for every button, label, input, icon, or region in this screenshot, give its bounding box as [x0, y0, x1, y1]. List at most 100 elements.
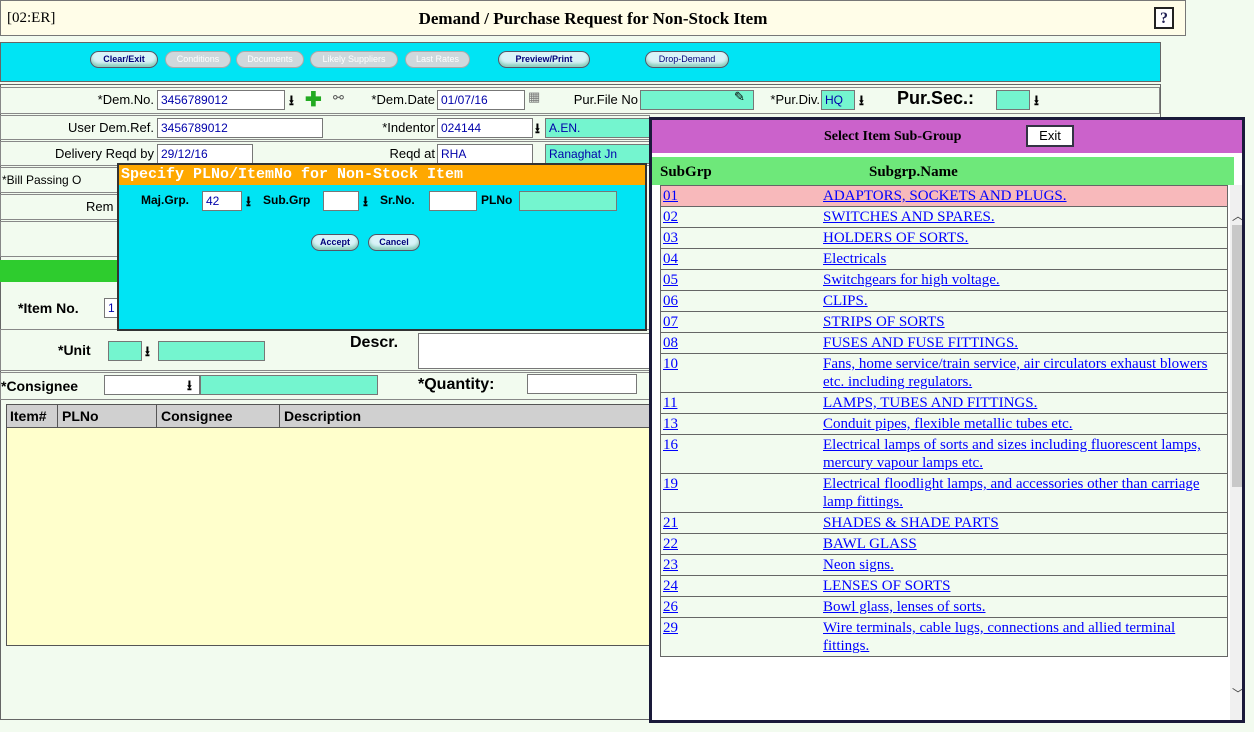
subgroup-code-link[interactable]: 11 — [663, 395, 677, 411]
consignee-arrow-icon[interactable]: ⭳ — [187, 375, 192, 399]
indentor-input[interactable]: 024144 — [437, 118, 533, 138]
subgroup-row[interactable]: 19 Electrical floodlight lamps, and acces… — [660, 474, 1228, 513]
maj-grp-arrow-icon[interactable]: ⭳ — [246, 191, 251, 215]
descr-input[interactable] — [418, 333, 650, 369]
subgroup-row[interactable]: 03 HOLDERS OF SORTS. — [660, 228, 1228, 249]
subgroup-row[interactable]: 26 Bowl glass, lenses of sorts. — [660, 597, 1228, 618]
subgroup-row[interactable]: 11 LAMPS, TUBES AND FITTINGS. — [660, 393, 1228, 414]
subgroup-row[interactable]: 08 FUSES AND FUSE FITTINGS. — [660, 333, 1228, 354]
consignee-input[interactable] — [104, 375, 200, 395]
subgroup-row[interactable]: 01 ADAPTORS, SOCKETS AND PLUGS. — [660, 185, 1228, 207]
subgroup-name-link[interactable]: Switchgears for high voltage. — [823, 272, 1000, 288]
subgroup-row[interactable]: 10 Fans, home service/train service, air … — [660, 354, 1228, 393]
subgroup-name-link[interactable]: BAWL GLASS — [823, 536, 917, 552]
plno-input[interactable] — [519, 191, 617, 211]
download-arrow-icon[interactable]: ⭳ — [289, 90, 294, 114]
accept-button[interactable]: Accept — [311, 234, 359, 251]
subgroup-code-link[interactable]: 16 — [663, 437, 678, 453]
dem-date-input[interactable]: 01/07/16 — [437, 90, 525, 110]
scroll-thumb[interactable] — [1232, 225, 1242, 487]
edit-pencil-icon[interactable]: ✎ — [734, 89, 745, 105]
preview-print-button[interactable]: Preview/Print — [498, 51, 590, 68]
subgroup-row[interactable]: 07 STRIPS OF SORTS — [660, 312, 1228, 333]
calendar-icon[interactable]: ▦ — [528, 89, 540, 105]
subgroup-row[interactable]: 02 SWITCHES AND SPARES. — [660, 207, 1228, 228]
dem-no-input[interactable]: 3456789012 — [157, 90, 285, 110]
subgroup-code-link[interactable]: 13 — [663, 416, 678, 432]
subgroup-code-link[interactable]: 05 — [663, 272, 678, 288]
subgroup-code-link[interactable]: 26 — [663, 599, 678, 615]
subgroup-code-link[interactable]: 02 — [663, 209, 678, 225]
unit-input[interactable] — [108, 341, 142, 361]
panel-exit-button[interactable]: Exit — [1026, 125, 1074, 147]
subgroup-name-link[interactable]: HOLDERS OF SORTS. — [823, 230, 968, 246]
subgroup-row[interactable]: 24 LENSES OF SORTS — [660, 576, 1228, 597]
subgroup-code-link[interactable]: 29 — [663, 620, 678, 636]
subgroup-name-link[interactable]: LAMPS, TUBES AND FITTINGS. — [823, 395, 1037, 411]
subgroup-code-link[interactable]: 19 — [663, 476, 678, 492]
cancel-button[interactable]: Cancel — [368, 234, 420, 251]
reqd-at-input[interactable]: RHA — [437, 144, 533, 164]
subgroup-code-link[interactable]: 21 — [663, 515, 678, 531]
subgroup-row[interactable]: 04 Electricals — [660, 249, 1228, 270]
subgroup-row[interactable]: 05 Switchgears for high voltage. — [660, 270, 1228, 291]
help-button[interactable]: ? — [1154, 7, 1174, 29]
likely-suppliers-button[interactable]: Likely Suppliers — [310, 51, 398, 68]
subgroup-name-link[interactable]: LENSES OF SORTS — [823, 578, 950, 594]
subgroup-name-link[interactable]: Electrical floodlight lamps, and accesso… — [823, 476, 1200, 510]
subgroup-name-link[interactable]: ADAPTORS, SOCKETS AND PLUGS. — [823, 188, 1067, 204]
conditions-button[interactable]: Conditions — [165, 51, 231, 68]
subgroup-code-link[interactable]: 24 — [663, 578, 678, 594]
last-rates-button[interactable]: Last Rates — [405, 51, 470, 68]
quantity-input[interactable] — [527, 374, 637, 394]
maj-grp-input[interactable]: 42 — [202, 191, 242, 211]
subgroup-code-link[interactable]: 23 — [663, 557, 678, 573]
subgroup-name-link[interactable]: Fans, home service/train service, air ci… — [823, 356, 1207, 390]
binoculars-icon[interactable]: ⚯ — [333, 90, 344, 106]
documents-button[interactable]: Documents — [236, 51, 304, 68]
subgroup-row[interactable]: 13 Conduit pipes, flexible metallic tubes… — [660, 414, 1228, 435]
user-ref-input[interactable]: 3456789012 — [157, 118, 323, 138]
subgroup-name-link[interactable]: Neon signs. — [823, 557, 894, 573]
scroll-down-icon[interactable]: ﹀ — [1232, 685, 1242, 702]
subgroup-name-link[interactable]: CLIPS. — [823, 293, 868, 309]
sub-grp-arrow-icon[interactable]: ⭳ — [363, 191, 368, 215]
subgroup-row[interactable]: 16 Electrical lamps of sorts and sizes in… — [660, 435, 1228, 474]
pur-div-arrow-icon[interactable]: ⭳ — [859, 90, 864, 114]
subgroup-code-link[interactable]: 03 — [663, 230, 678, 246]
sub-grp-input[interactable] — [323, 191, 359, 211]
subgroup-row[interactable]: 23 Neon signs. — [660, 555, 1228, 576]
unit-arrow-icon[interactable]: ⭳ — [145, 341, 150, 365]
subgroup-name-link[interactable]: FUSES AND FUSE FITTINGS. — [823, 335, 1018, 351]
clear-exit-button[interactable]: Clear/Exit — [90, 51, 158, 68]
subgroup-row[interactable]: 21 SHADES & SHADE PARTS — [660, 513, 1228, 534]
subgroup-name-link[interactable]: Wire terminals, cable lugs, connections … — [823, 620, 1175, 654]
delivery-input[interactable]: 29/12/16 — [157, 144, 253, 164]
subgroup-code-link[interactable]: 01 — [663, 188, 678, 204]
pur-div-input[interactable]: HQ — [821, 90, 855, 110]
subgroup-code-link[interactable]: 08 — [663, 335, 678, 351]
subgroup-name-link[interactable]: Bowl glass, lenses of sorts. — [823, 599, 986, 615]
subgroup-name-link[interactable]: Electrical lamps of sorts and sizes incl… — [823, 437, 1201, 471]
subgroup-name-link[interactable]: SHADES & SHADE PARTS — [823, 515, 999, 531]
drop-demand-button[interactable]: Drop-Demand — [645, 51, 729, 68]
subgroup-name-link[interactable]: Conduit pipes, flexible metallic tubes e… — [823, 416, 1073, 432]
pur-sec-input[interactable] — [996, 90, 1030, 110]
plus-icon[interactable]: ✚ — [305, 87, 322, 112]
subgroup-row[interactable]: 06 CLIPS. — [660, 291, 1228, 312]
pur-sec-arrow-icon[interactable]: ⭳ — [1034, 90, 1039, 114]
subgroup-code-link[interactable]: 06 — [663, 293, 678, 309]
subgroup-name-link[interactable]: STRIPS OF SORTS — [823, 314, 945, 330]
subgroup-code-link[interactable]: 07 — [663, 314, 678, 330]
subgroup-code-link[interactable]: 10 — [663, 356, 678, 372]
scroll-up-icon[interactable]: ︿ — [1232, 207, 1242, 224]
indentor-arrow-icon[interactable]: ⭳ — [535, 118, 540, 142]
sr-no-input[interactable] — [429, 191, 477, 211]
subgroup-name-link[interactable]: Electricals — [823, 251, 886, 267]
subgroup-name-link[interactable]: SWITCHES AND SPARES. — [823, 209, 995, 225]
subgroup-code-link[interactable]: 04 — [663, 251, 678, 267]
subgroup-row[interactable]: 22 BAWL GLASS — [660, 534, 1228, 555]
panel-scrollbar[interactable]: ︿ ﹀ — [1230, 185, 1242, 720]
item-no-input[interactable]: 1 — [104, 298, 118, 318]
subgroup-code-link[interactable]: 22 — [663, 536, 678, 552]
